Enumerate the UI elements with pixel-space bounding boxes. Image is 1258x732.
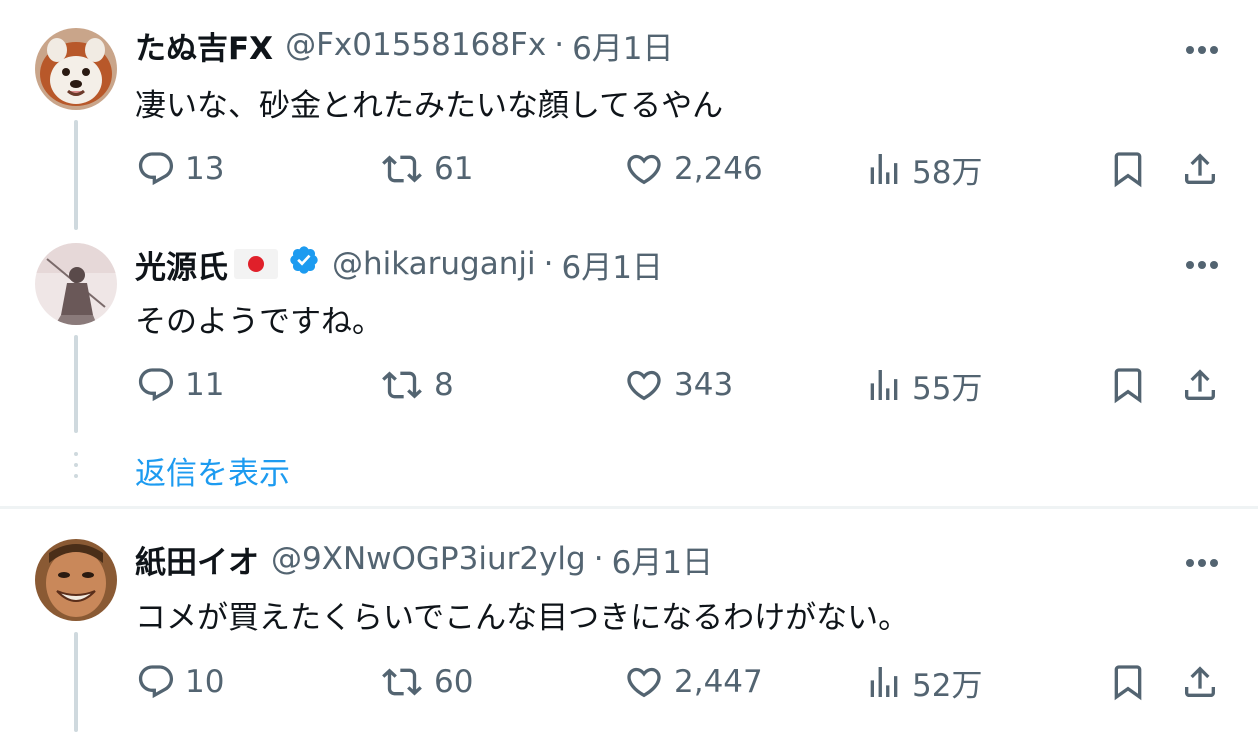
views-count: 52万 bbox=[912, 667, 983, 704]
reply-button[interactable]: 13 bbox=[135, 147, 224, 191]
reply-icon bbox=[138, 665, 174, 699]
user-handle[interactable]: @9XNwOGP3iur2ylg bbox=[271, 541, 586, 577]
bookmark-button[interactable] bbox=[1108, 660, 1148, 704]
separator-dot: · bbox=[593, 541, 604, 577]
retweet-button[interactable]: 8 bbox=[378, 363, 454, 407]
thread-dotted-line bbox=[74, 452, 78, 485]
views-button[interactable]: 52万 bbox=[864, 660, 982, 704]
reply-button[interactable]: 11 bbox=[135, 363, 224, 407]
red-panda-avatar-image bbox=[35, 28, 117, 110]
reply-count: 13 bbox=[185, 151, 225, 187]
separator-dot: · bbox=[554, 27, 565, 63]
show-replies-link[interactable]: 返信を表示 bbox=[135, 448, 290, 493]
bookmark-icon bbox=[1114, 665, 1142, 701]
retweet-count: 61 bbox=[434, 151, 474, 187]
more-options-button[interactable] bbox=[1182, 543, 1222, 583]
user-handle[interactable]: @hikaruganji bbox=[332, 246, 536, 282]
views-count: 58万 bbox=[912, 154, 983, 191]
tweet-header: たぬ吉FX @Fx01558168Fx · 6月1日 bbox=[135, 23, 674, 68]
like-button[interactable]: 2,447 bbox=[622, 660, 763, 704]
separator-dot: · bbox=[543, 246, 554, 282]
tweet-divider bbox=[0, 506, 1258, 509]
bookmark-button[interactable] bbox=[1108, 363, 1148, 407]
views-icon bbox=[870, 370, 898, 400]
more-icon bbox=[1186, 46, 1218, 54]
like-count: 343 bbox=[674, 367, 734, 403]
reply-icon bbox=[138, 368, 174, 402]
thread-line bbox=[74, 335, 78, 433]
verified-badge-icon[interactable] bbox=[288, 244, 320, 284]
tweet-header: 光源氏 @hikaruganji · 6月1日 bbox=[135, 242, 663, 287]
share-button[interactable] bbox=[1180, 147, 1220, 191]
retweet-count: 8 bbox=[434, 367, 454, 403]
tweet-date[interactable]: 6月1日 bbox=[561, 242, 662, 287]
retweet-icon bbox=[382, 668, 422, 696]
like-icon bbox=[627, 370, 661, 401]
retweet-icon bbox=[382, 155, 422, 183]
retweet-button[interactable]: 61 bbox=[378, 147, 473, 191]
tweet-text: 凄いな、砂金とれたみたいな顔してるやん bbox=[135, 88, 724, 124]
retweet-icon bbox=[382, 371, 422, 399]
tweet-date[interactable]: 6月1日 bbox=[572, 23, 673, 68]
bookmark-button[interactable] bbox=[1108, 147, 1148, 191]
more-options-button[interactable] bbox=[1182, 245, 1222, 285]
like-icon bbox=[627, 154, 661, 185]
japan-flag-icon bbox=[234, 249, 278, 279]
more-options-button[interactable] bbox=[1182, 30, 1222, 70]
display-name[interactable]: 光源氏 bbox=[135, 242, 228, 287]
user-handle[interactable]: @Fx01558168Fx bbox=[285, 27, 546, 63]
more-icon bbox=[1186, 261, 1218, 269]
share-button[interactable] bbox=[1180, 660, 1220, 704]
views-button[interactable]: 58万 bbox=[864, 147, 982, 191]
like-button[interactable]: 343 bbox=[622, 363, 733, 407]
reply-count: 10 bbox=[185, 664, 225, 700]
tweet-header: 紙田イオ @9XNwOGP3iur2ylg · 6月1日 bbox=[135, 537, 713, 582]
views-icon bbox=[870, 154, 898, 184]
tweet-date[interactable]: 6月1日 bbox=[612, 537, 713, 582]
views-icon bbox=[870, 667, 898, 697]
like-count: 2,246 bbox=[674, 151, 763, 187]
more-icon bbox=[1186, 559, 1218, 567]
display-name[interactable]: たぬ吉FX bbox=[135, 23, 273, 68]
avatar[interactable] bbox=[35, 539, 117, 621]
thread-line bbox=[74, 632, 78, 732]
reply-button[interactable]: 10 bbox=[135, 660, 224, 704]
retweet-count: 60 bbox=[434, 664, 474, 700]
reply-count: 11 bbox=[185, 367, 225, 403]
share-icon bbox=[1185, 369, 1215, 400]
share-button[interactable] bbox=[1180, 363, 1220, 407]
like-icon bbox=[627, 667, 661, 698]
tweet-text: コメが買えたくらいでこんな目つきになるわけがない。 bbox=[135, 600, 910, 636]
avatar[interactable] bbox=[35, 28, 117, 110]
share-icon bbox=[1185, 666, 1215, 697]
thread-line bbox=[74, 120, 78, 230]
avatar[interactable] bbox=[35, 243, 117, 325]
bookmark-icon bbox=[1114, 152, 1142, 188]
views-count: 55万 bbox=[912, 370, 983, 407]
like-count: 2,447 bbox=[674, 664, 763, 700]
retweet-button[interactable]: 60 bbox=[378, 660, 473, 704]
grinning-face-avatar-image bbox=[35, 539, 117, 621]
reply-icon bbox=[138, 152, 174, 186]
like-button[interactable]: 2,246 bbox=[622, 147, 763, 191]
bookmark-icon bbox=[1114, 368, 1142, 404]
share-icon bbox=[1185, 153, 1215, 184]
tweet-text: そのようですね。 bbox=[135, 304, 383, 340]
display-name[interactable]: 紙田イオ bbox=[135, 537, 259, 582]
samurai-avatar-image bbox=[35, 243, 117, 325]
views-button[interactable]: 55万 bbox=[864, 363, 982, 407]
